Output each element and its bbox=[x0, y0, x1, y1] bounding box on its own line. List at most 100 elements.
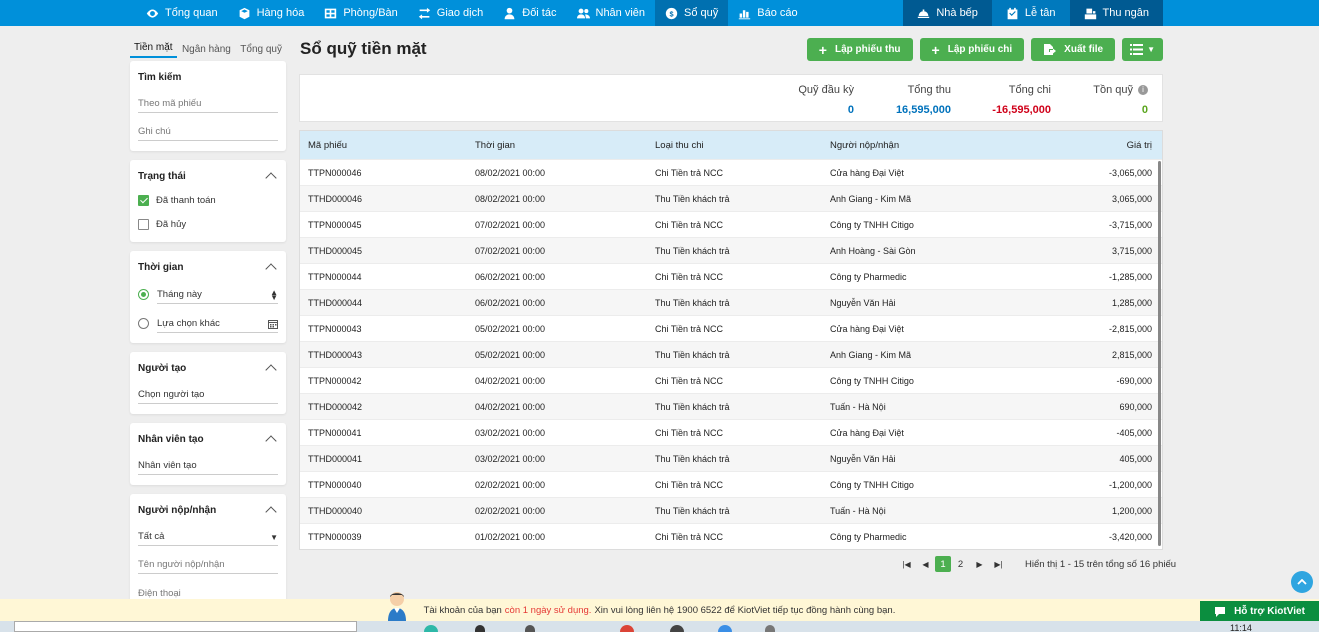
table-row[interactable]: TTHD000040 02/02/2021 00:00 Thu Tiền khách… bbox=[300, 497, 1162, 523]
table-row[interactable]: TTPN000042 04/02/2021 00:00 Chi Tiền trả N… bbox=[300, 367, 1162, 393]
column-menu-button[interactable]: ▼ bbox=[1122, 38, 1163, 61]
time-period-select[interactable]: Tháng này ▲ ▼ bbox=[157, 284, 278, 304]
radio-selected[interactable] bbox=[138, 288, 149, 300]
page-2-button[interactable]: 2 bbox=[951, 556, 970, 572]
export-file-button[interactable]: Xuất file bbox=[1031, 38, 1116, 61]
col-header-code[interactable]: Mã phiếu bbox=[300, 140, 475, 151]
payer-type-select[interactable]: Tất cả ▼ bbox=[138, 526, 278, 546]
calendar-check-icon bbox=[1007, 7, 1018, 19]
filter-sidebar: Tiền mặt Ngân hàng Tổng quỹ Tìm kiếm The… bbox=[130, 38, 286, 611]
clock: 11:14 bbox=[1230, 623, 1252, 632]
staff-input[interactable]: Nhân viên tạo bbox=[138, 455, 278, 475]
summary-value: 0 bbox=[1141, 104, 1148, 116]
status-paid-checkbox[interactable]: Đã thanh toán bbox=[138, 192, 278, 208]
next-page-icon[interactable]: ▶ bbox=[970, 556, 989, 572]
app-icon[interactable] bbox=[670, 625, 684, 632]
date-range-input[interactable]: Lựa chọn khác bbox=[157, 313, 278, 333]
tab-cash[interactable]: Tiền mặt bbox=[130, 42, 177, 58]
file-explorer-icon[interactable] bbox=[475, 625, 485, 632]
info-icon[interactable]: i bbox=[1138, 85, 1148, 96]
store-icon[interactable] bbox=[525, 625, 535, 632]
cell-type: Thu Tiền khách trả bbox=[655, 505, 730, 516]
create-receipt-button[interactable]: + Lập phiếu thu bbox=[806, 38, 913, 61]
table-row[interactable]: TTPN000046 08/02/2021 00:00 Chi Tiền trả N… bbox=[300, 159, 1162, 185]
tab-bank[interactable]: Ngân hàng bbox=[178, 44, 235, 58]
nav-overview[interactable]: Tổng quan bbox=[136, 0, 228, 26]
time-panel-title[interactable]: Thời gian bbox=[138, 259, 278, 275]
chevron-up-icon[interactable] bbox=[265, 364, 277, 376]
checkbox-unchecked[interactable] bbox=[138, 218, 149, 230]
creator-panel-title[interactable]: Người tạo bbox=[138, 360, 278, 376]
scroll-to-top-button[interactable] bbox=[1291, 571, 1313, 593]
cell-type: Chi Tiền trả NCC bbox=[655, 167, 724, 178]
nav-products[interactable]: Hàng hóa bbox=[228, 0, 315, 26]
cell-value: -3,065,000 bbox=[1108, 167, 1152, 178]
table-row[interactable]: TTHD000045 07/02/2021 00:00 Thu Tiền khách… bbox=[300, 237, 1162, 263]
nav-kitchen[interactable]: Nhà bếp bbox=[903, 0, 992, 26]
table-row[interactable]: TTHD000043 05/02/2021 00:00 Thu Tiền khách… bbox=[300, 341, 1162, 367]
nav-transactions[interactable]: Giao dịch bbox=[408, 0, 493, 26]
payer-name-input[interactable]: Tên người nộp/nhận bbox=[138, 554, 278, 574]
table-row[interactable]: TTHD000046 08/02/2021 00:00 Thu Tiền khách… bbox=[300, 185, 1162, 211]
nav-reception[interactable]: Lễ tân bbox=[991, 0, 1070, 26]
cell-time: 02/02/2021 00:00 bbox=[475, 505, 546, 516]
summary-label: Tổng thu bbox=[907, 84, 951, 96]
support-chat-button[interactable]: Hỗ trợ KiotViet bbox=[1200, 601, 1319, 621]
table-row[interactable]: TTPN000039 01/02/2021 00:00 Chi Tiền trả N… bbox=[300, 523, 1162, 549]
nav-reports[interactable]: Báo cáo bbox=[728, 0, 807, 26]
cell-type: Thu Tiền khách trả bbox=[655, 453, 730, 464]
nav-cashier[interactable]: Thu ngân bbox=[1069, 0, 1163, 26]
summary-label: Quỹ đầu kỳ bbox=[798, 84, 854, 96]
nav-rooms[interactable]: Phòng/Bàn bbox=[314, 0, 407, 26]
time-other-option[interactable]: Lựa chọn khác bbox=[138, 313, 278, 333]
prev-page-icon[interactable]: ◀ bbox=[916, 556, 935, 572]
first-page-icon[interactable]: |◀ bbox=[897, 556, 916, 572]
time-this-month-option[interactable]: Tháng này ▲ ▼ bbox=[138, 284, 278, 304]
status-cancelled-checkbox[interactable]: Đã hủy bbox=[138, 216, 278, 232]
nav-label: Báo cáo bbox=[757, 7, 798, 19]
code-search-input[interactable]: Theo mã phiếu bbox=[138, 93, 278, 113]
table-row[interactable]: TTPN000044 06/02/2021 00:00 Chi Tiền trả N… bbox=[300, 263, 1162, 289]
list-icon bbox=[1130, 44, 1144, 55]
table-row[interactable]: TTHD000042 04/02/2021 00:00 Thu Tiền khách… bbox=[300, 393, 1162, 419]
page-1-button[interactable]: 1 bbox=[935, 556, 951, 572]
table-row[interactable]: TTHD000041 03/02/2021 00:00 Thu Tiền khách… bbox=[300, 445, 1162, 471]
chevron-up-icon[interactable] bbox=[265, 506, 277, 518]
settings-icon[interactable] bbox=[765, 625, 775, 632]
taskbar-search[interactable] bbox=[14, 621, 357, 632]
chevron-up-icon[interactable] bbox=[265, 435, 277, 447]
calendar-icon[interactable] bbox=[268, 319, 278, 329]
edge-browser-icon[interactable] bbox=[424, 625, 438, 632]
tab-total-fund[interactable]: Tổng quỹ bbox=[236, 44, 286, 58]
mail-icon[interactable] bbox=[718, 625, 732, 632]
table-scrollbar[interactable] bbox=[1158, 161, 1161, 546]
col-header-time[interactable]: Thời gian bbox=[475, 140, 655, 151]
payer-panel-title[interactable]: Người nộp/nhận bbox=[138, 502, 278, 518]
checkbox-checked[interactable] bbox=[138, 194, 149, 206]
chevron-up-icon[interactable] bbox=[265, 172, 277, 184]
creator-input[interactable]: Chọn người tạo bbox=[138, 384, 278, 404]
nav-partners[interactable]: Đối tác bbox=[493, 0, 566, 26]
col-header-payer[interactable]: Người nộp/nhận bbox=[830, 140, 1030, 151]
table-row[interactable]: TTPN000041 03/02/2021 00:00 Chi Tiền trả N… bbox=[300, 419, 1162, 445]
create-payment-button[interactable]: + Lập phiếu chi bbox=[919, 38, 1025, 61]
note-search-input[interactable]: Ghi chú bbox=[138, 121, 278, 141]
nav-staff[interactable]: Nhân viên bbox=[567, 0, 656, 26]
chrome-icon[interactable] bbox=[620, 625, 634, 632]
col-header-value[interactable]: Giá trị bbox=[1030, 140, 1152, 151]
col-header-type[interactable]: Loại thu chi bbox=[655, 140, 830, 151]
table-row[interactable]: TTPN000043 05/02/2021 00:00 Chi Tiền trả N… bbox=[300, 315, 1162, 341]
last-page-icon[interactable]: ▶| bbox=[989, 556, 1008, 572]
cell-time: 06/02/2021 00:00 bbox=[475, 271, 546, 282]
status-panel-title[interactable]: Trạng thái bbox=[138, 168, 278, 184]
cell-payer: Anh Hoàng - Sài Gòn bbox=[830, 245, 916, 256]
staff-panel-title[interactable]: Nhân viên tạo bbox=[138, 431, 278, 447]
table-row[interactable]: TTHD000044 06/02/2021 00:00 Thu Tiền khách… bbox=[300, 289, 1162, 315]
chevron-up-icon[interactable] bbox=[265, 263, 277, 275]
cell-time: 04/02/2021 00:00 bbox=[475, 401, 546, 412]
table-row[interactable]: TTPN000045 07/02/2021 00:00 Chi Tiền trả N… bbox=[300, 211, 1162, 237]
nav-cashbook[interactable]: $ Sổ quỹ bbox=[655, 0, 729, 26]
radio-unselected[interactable] bbox=[138, 317, 149, 329]
cell-value: 3,715,000 bbox=[1111, 245, 1152, 256]
table-row[interactable]: TTPN000040 02/02/2021 00:00 Chi Tiền trả N… bbox=[300, 471, 1162, 497]
